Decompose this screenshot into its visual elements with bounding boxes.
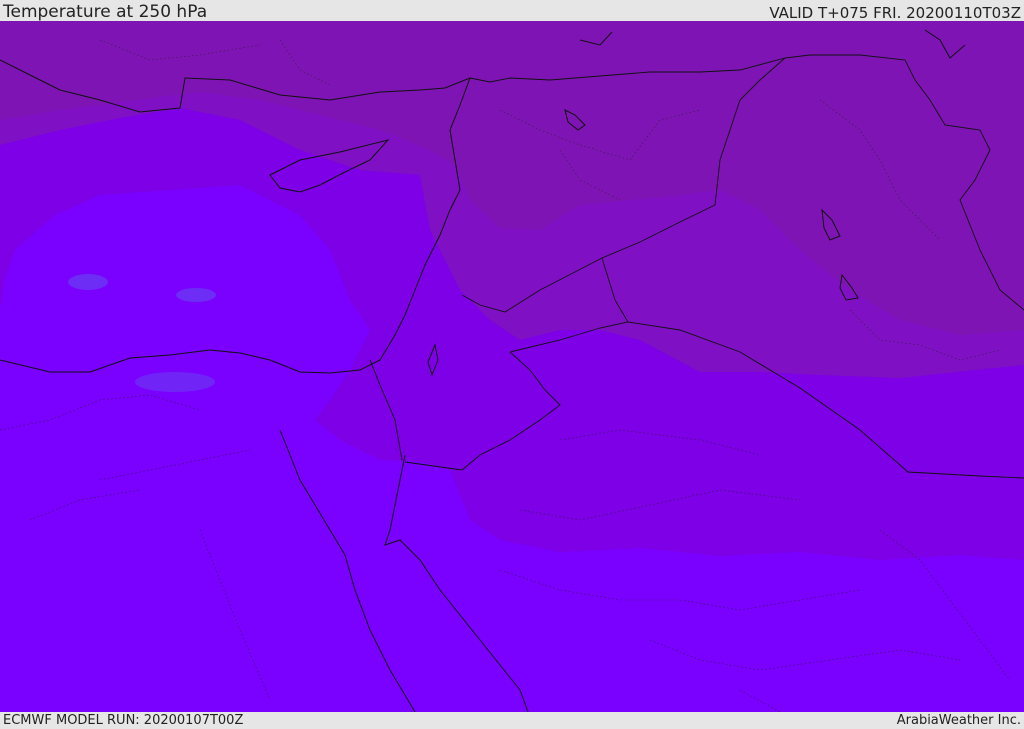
credit: ArabiaWeather Inc. bbox=[896, 713, 1021, 728]
cold-pocket bbox=[176, 288, 216, 302]
cold-pocket bbox=[135, 372, 215, 392]
header-bar: Temperature at 250 hPa VALID T+075 FRI. … bbox=[0, 0, 1024, 22]
cold-pocket bbox=[68, 274, 108, 290]
model-run: ECMWF MODEL RUN: 20200107T00Z bbox=[3, 713, 244, 728]
valid-time: VALID T+075 FRI. 20200110T03Z bbox=[769, 4, 1021, 22]
temperature-map bbox=[0, 21, 1024, 712]
footer-bar: ECMWF MODEL RUN: 20200107T00Z ArabiaWeat… bbox=[0, 712, 1024, 729]
map-title: Temperature at 250 hPa bbox=[3, 2, 208, 22]
